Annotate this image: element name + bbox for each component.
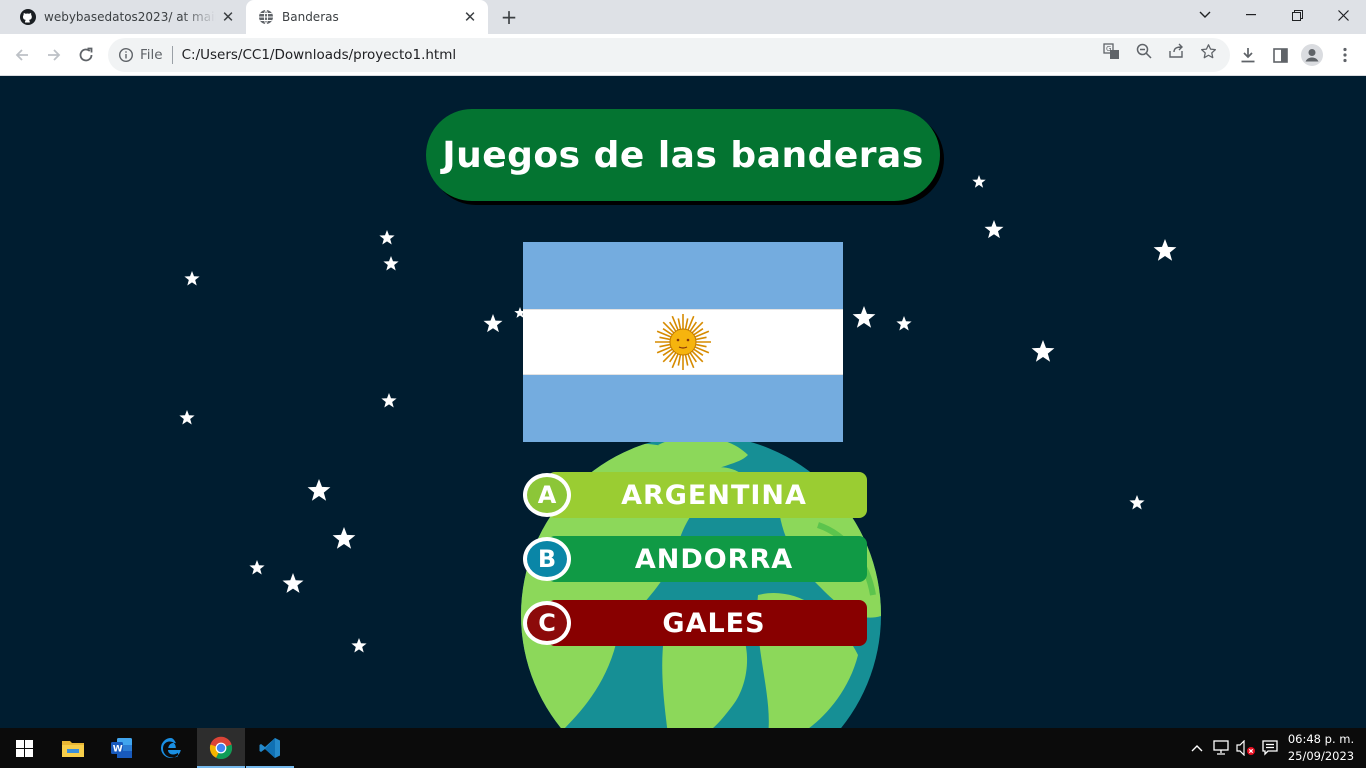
profile-avatar-icon (1301, 44, 1323, 66)
windows-start-icon[interactable] (0, 728, 48, 768)
profile-button[interactable] (1296, 39, 1328, 71)
answer-a-letter[interactable]: A (523, 473, 571, 517)
translate-icon[interactable]: G (1102, 42, 1120, 60)
svg-text:G: G (1106, 45, 1111, 53)
menu-button[interactable] (1329, 39, 1361, 71)
vscode-icon[interactable] (246, 728, 294, 768)
address-divider (171, 46, 173, 64)
notifications-icon[interactable] (1258, 728, 1282, 768)
star-icon (332, 527, 356, 549)
share-icon[interactable] (1167, 42, 1185, 60)
argentina-flag (523, 242, 843, 442)
answer-c-letter[interactable]: C (523, 601, 571, 645)
svg-text:W: W (113, 745, 123, 755)
star-icon (1031, 340, 1055, 362)
network-icon[interactable] (1210, 728, 1234, 768)
file-explorer-icon[interactable] (49, 728, 97, 768)
star-icon (184, 271, 200, 286)
address-scheme: File (140, 47, 163, 63)
bookmark-star-icon[interactable] (1199, 42, 1217, 60)
edge-icon[interactable] (147, 728, 195, 768)
system-clock[interactable]: 06:48 p. m. 25/09/2023 (1284, 731, 1358, 765)
page-title: Juegos de las banderas (426, 109, 940, 201)
chrome-icon[interactable] (197, 728, 245, 768)
zoom-icon[interactable] (1135, 42, 1153, 60)
tab-github[interactable]: webybasedatos2023/ at main · C ✕ (8, 0, 246, 34)
forward-arrow-icon (48, 49, 61, 61)
address-bar[interactable]: File C:/Users/CC1/Downloads/proyecto1.ht… (108, 38, 1230, 72)
star-icon (351, 638, 367, 653)
answer-c-button[interactable]: GALES (547, 600, 867, 646)
globe-icon (259, 9, 273, 25)
star-icon (852, 306, 876, 328)
sun-of-may-icon (655, 314, 711, 370)
answer-b-button[interactable]: ANDORRA (547, 536, 867, 582)
show-hidden-icons-chevron-icon[interactable] (1188, 728, 1206, 768)
browser-toolbar: File C:/Users/CC1/Downloads/proyecto1.ht… (0, 34, 1366, 76)
star-icon (249, 560, 265, 575)
star-icon (383, 256, 399, 271)
restore-button[interactable] (1274, 0, 1320, 30)
answer-option-c[interactable]: GALES C (523, 600, 869, 646)
tab-banderas[interactable]: Banderas ✕ (246, 0, 488, 34)
answer-b-letter[interactable]: B (523, 537, 571, 581)
tab-close-icon[interactable]: ✕ (216, 5, 240, 29)
answer-option-b[interactable]: ANDORRA B (523, 536, 869, 582)
clock-date: 25/09/2023 (1287, 749, 1355, 763)
reload-icon (79, 47, 93, 62)
back-button[interactable] (6, 39, 38, 71)
reload-button[interactable] (70, 39, 102, 71)
star-icon (896, 316, 912, 331)
minimize-button[interactable] (1228, 0, 1274, 30)
downloads-button[interactable] (1232, 39, 1264, 71)
game-page: Juegos de las banderas ARGENTINA A ANDOR… (0, 77, 1366, 728)
star-icon (1153, 239, 1177, 261)
more-vertical-icon (1343, 47, 1347, 63)
flag-bottom-band (523, 375, 843, 442)
download-icon (1241, 48, 1255, 63)
site-info-icon[interactable] (118, 47, 134, 63)
tab-title: Banderas (282, 10, 339, 24)
side-panel-button[interactable] (1264, 39, 1296, 71)
tab-title: webybasedatos2023/ at main · C (44, 10, 216, 24)
answer-a-button[interactable]: ARGENTINA (547, 472, 867, 518)
address-url: C:/Users/CC1/Downloads/proyecto1.html (181, 47, 457, 63)
clock-time: 06:48 p. m. (1287, 732, 1355, 746)
close-window-button[interactable] (1320, 0, 1366, 30)
side-panel-icon (1272, 47, 1288, 63)
new-tab-button[interactable]: + (497, 5, 521, 29)
star-icon (972, 175, 986, 188)
tab-search-chevron-icon[interactable] (1182, 0, 1228, 30)
github-icon (20, 9, 36, 25)
word-icon[interactable]: W (98, 728, 146, 768)
star-icon (483, 314, 503, 333)
star-icon (282, 573, 304, 593)
star-icon (1129, 495, 1145, 510)
answer-option-a[interactable]: ARGENTINA A (523, 472, 869, 518)
star-icon (984, 220, 1004, 239)
tab-close-icon[interactable]: ✕ (458, 5, 482, 29)
tab-strip: webybasedatos2023/ at main · C ✕ Bandera… (0, 0, 1366, 34)
back-arrow-icon (15, 49, 28, 61)
star-icon (379, 230, 395, 245)
volume-muted-icon[interactable] (1234, 728, 1258, 768)
star-icon (307, 479, 331, 501)
windows-taskbar: W 06:48 p. m. 25/09/2023 (0, 728, 1366, 768)
star-icon (381, 393, 397, 408)
star-icon (179, 410, 195, 425)
forward-button[interactable] (38, 39, 70, 71)
flag-top-band (523, 242, 843, 309)
